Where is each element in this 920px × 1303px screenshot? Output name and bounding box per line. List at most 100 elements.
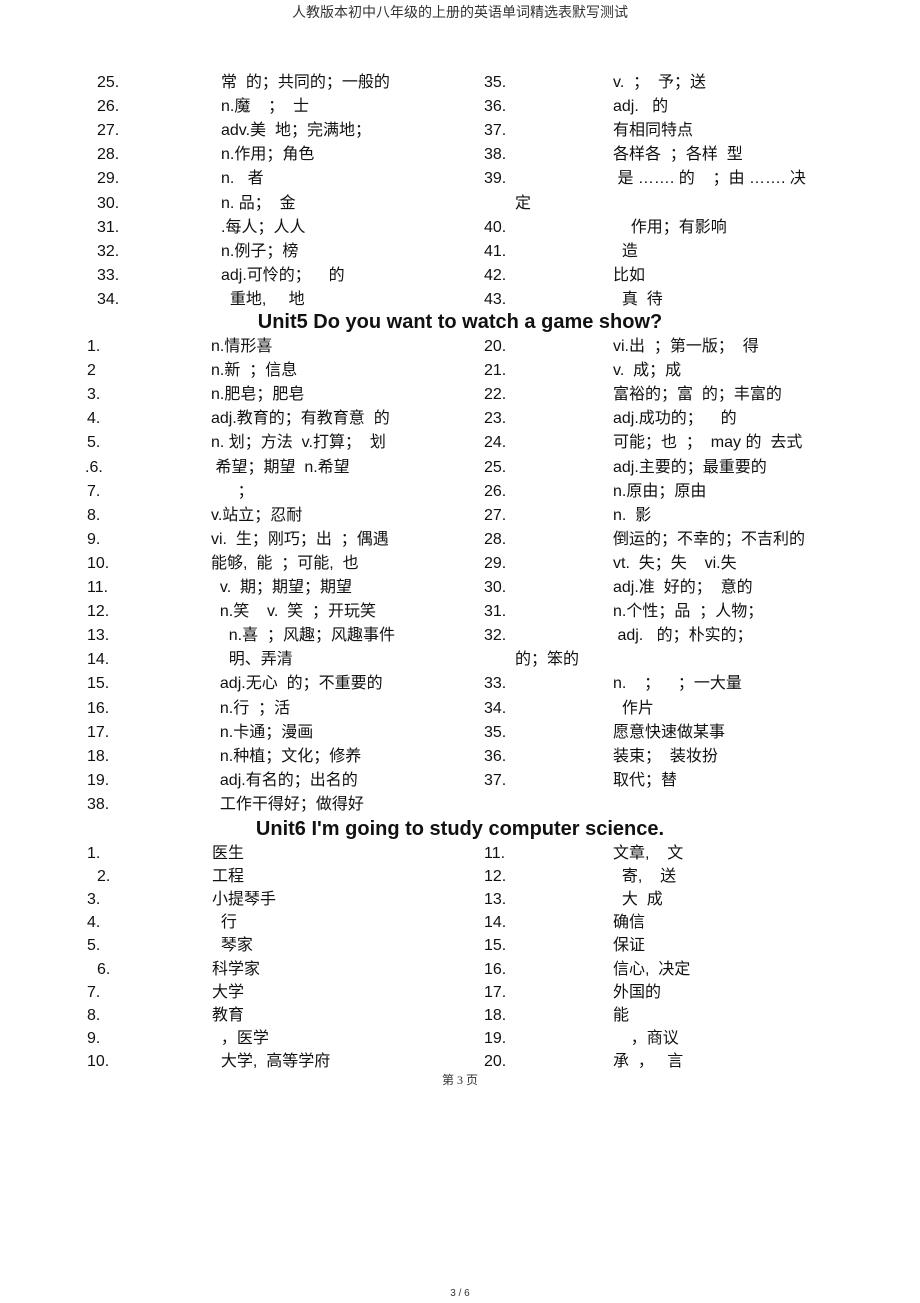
vocab-row: 25. adj.主要的；最重要的 [0,456,920,480]
item-number: 39. [484,170,507,188]
vocab-row: 38. 各样各 ；各样 型 [0,143,920,167]
item-definition: 保证 [613,937,646,955]
item-number: 37. [484,122,507,140]
item-number: 20. [484,338,507,355]
vocab-row: 12. 寄, 送 [0,865,920,889]
item-definition: 愿意快速做某事 [613,723,726,741]
item-definition: vi.出 ；第一版； 得 [613,338,759,355]
item-definition: 取代；替 [613,771,678,789]
vocab-row: 13. 大 成 [0,888,920,912]
vocab-row: 26. n.原由；原由 [0,480,920,504]
item-number: 22. [484,386,507,404]
item-number: 38. [87,795,110,813]
item-number: 29. [484,554,507,572]
item-number: 40. [484,218,507,236]
vocab-row: 27. n. 影 [0,504,920,528]
vocab-row: 18. 能 [0,1004,920,1028]
vocab-row: 20. vi.出 ；第一版； 得 [0,335,920,359]
vocab-row: 41. 造 [0,240,920,264]
item-number: 18. [484,1006,507,1024]
vocab-row: 38. 工作干得好；做得好 [0,793,920,817]
item-number: 28. [484,530,507,548]
item-definition: 能 [613,1006,630,1024]
vocab-row: 21. v. 成；成 [0,359,920,383]
vocab-row: 33. n. ； ；一大量 [0,672,920,696]
vocab-row: 14. 确信 [0,911,920,935]
item-definition: 装束； 装妆扮 [613,747,718,765]
vocab-row: 16. 信心, 决定 [0,958,920,982]
vocab-row: 15. 保证 [0,934,920,958]
item-definition: 是 ……. 的 ；由 ……. 决 [613,170,806,188]
item-definition: 富裕的；富 的；丰富的 [613,386,782,404]
vocab-row: 37. 取代；替 [0,769,920,793]
document-title: 人教版本初中八年级的上册的英语单词精选表默写测试 [292,6,628,21]
vocab-row: 32. adj. 的；朴实的； [0,624,920,648]
item-number: 32. [484,627,507,645]
vocab-row: 36. adj. 的 [0,95,920,119]
item-number: 38. [484,146,507,164]
vocab-row: 29. vt. 失；失 vi.失 [0,552,920,576]
item-number: 35. [484,723,507,741]
item-number: 17. [484,983,507,1001]
item-definition: n.原由；原由 [613,482,707,500]
item-definition: adj. 的；朴实的； [613,627,753,645]
unit-heading: Unit6 I'm going to study computer scienc… [255,818,665,840]
item-number: 41. [484,242,507,260]
item-number: 21. [484,362,507,380]
vocab-row: 31. n.个性；品 ；人物； [0,600,920,624]
item-definition: 有相同特点 [613,122,694,140]
item-definition: adj.成功的； 的 [613,410,737,428]
item-definition: v. ； 予；送 [613,74,707,91]
item-number: 36. [484,747,507,765]
vocab-row: 28. 倒运的；不幸的；不吉利的 [0,528,920,552]
item-definition: 比如 [613,266,646,284]
item-number: 14. [484,914,507,932]
item-number: 31. [484,603,507,621]
vocab-row: 23. adj.成功的； 的 [0,407,920,431]
item-definition: 信心, 决定 [613,960,691,978]
item-definition: 各样各 ；各样 型 [613,146,743,164]
item-definition: 外国的 [613,983,662,1001]
vocab-row: 30. adj.准 好的； 意的 [0,576,920,600]
vocab-row: 40. 作用；有影响 [0,216,920,240]
vocab-row: 22. 富裕的；富 的；丰富的 [0,383,920,407]
vocab-row: 19. ，商议 [0,1027,920,1051]
item-definition: adj. 的 [613,98,669,116]
item-definition: adj.主要的；最重要的 [613,458,767,476]
vocab-row: 34. 作片 [0,697,920,721]
page-number-label: 第 3 页 [441,1073,478,1087]
vocab-row: 42. 比如 [0,264,920,288]
item-number: 33. [484,675,507,693]
item-definition: 确信 [613,914,646,932]
vocab-row: 35. v. ； 予；送 [0,71,920,95]
vocab-row: 35. 愿意快速做某事 [0,721,920,745]
vocab-row: 36. 装束； 装妆扮 [0,745,920,769]
item-number: 34. [484,699,507,717]
item-definition: 作用；有影响 [613,218,727,236]
item-number: 24. [484,434,507,452]
item-definition: n. 影 [613,506,652,524]
item-definition: 定 [515,194,532,212]
page-count: 3 / 6 [450,1288,470,1299]
item-number: 42. [484,266,507,284]
item-number: 15. [484,937,507,955]
item-number: 23. [484,410,507,428]
item-definition: 文章, 文 [613,845,684,862]
item-definition: 作片 [613,699,654,717]
item-number: 13. [484,891,507,909]
item-definition: v. 成；成 [613,362,682,380]
item-definition: 造 [613,242,638,260]
item-number: 26. [484,482,507,500]
item-definition: 寄, 送 [613,868,677,886]
item-number: 11. [484,845,506,862]
vocab-row: 39. 是 ……. 的 ；由 ……. 决 [0,167,920,191]
item-definition: 的；笨的 [515,651,580,669]
item-number: 35. [484,74,507,91]
item-definition: 工作干得好；做得好 [211,795,364,813]
item-definition: 大 成 [613,891,663,909]
item-definition: adj.准 好的； 意的 [613,579,753,596]
item-number: 12. [484,868,507,886]
item-definition: 可能；也 ； may 的 去式 [613,434,803,452]
unit-heading: Unit5 Do you want to watch a game show? [257,311,663,333]
vocab-row: 的；笨的 [0,648,920,672]
